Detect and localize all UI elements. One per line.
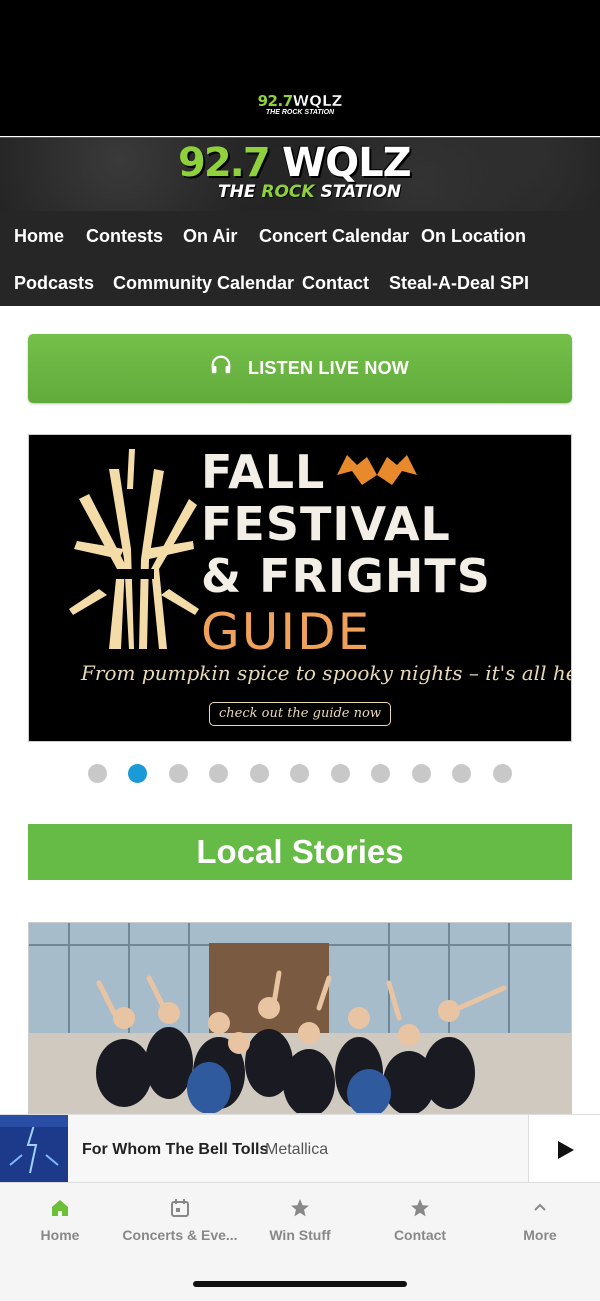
section-title: Local Stories bbox=[28, 824, 572, 880]
song-title: For Whom The Bell Tolls bbox=[82, 1141, 269, 1158]
carousel-dot-active[interactable] bbox=[128, 764, 147, 783]
tab-contact-label: Contact bbox=[393, 1227, 447, 1243]
nav-community-calendar[interactable]: Community Calendar bbox=[113, 273, 294, 294]
carousel-dot[interactable] bbox=[371, 764, 390, 783]
carousel-dot[interactable] bbox=[493, 764, 512, 783]
album-art-image bbox=[0, 1115, 68, 1183]
slide-title-line2: FESTIVAL bbox=[201, 497, 451, 551]
nav-on-location[interactable]: On Location bbox=[421, 226, 526, 247]
slide-cta-button[interactable]: check out the guide now bbox=[209, 702, 391, 726]
slide-title-line1: FALL bbox=[201, 445, 326, 499]
main-nav: Home Contests On Air Concert Calendar On… bbox=[0, 211, 600, 306]
nav-on-air[interactable]: On Air bbox=[183, 226, 237, 247]
tab-concerts-label: Concerts & Eve... bbox=[122, 1227, 238, 1243]
album-art bbox=[0, 1115, 68, 1183]
home-indicator bbox=[193, 1281, 407, 1287]
nav-podcasts[interactable]: Podcasts bbox=[14, 273, 94, 294]
listen-live-button[interactable]: LISTEN LIVE NOW bbox=[28, 334, 572, 403]
carousel-dot[interactable] bbox=[209, 764, 228, 783]
logo-frequency: 92.7 bbox=[257, 92, 294, 110]
corn-stalk-illustration bbox=[69, 449, 199, 649]
logo-frequency: 92.7 bbox=[178, 140, 271, 186]
song-artist: Metallica bbox=[265, 1141, 329, 1158]
carousel-dots bbox=[0, 764, 600, 784]
carousel-dot[interactable] bbox=[88, 764, 107, 783]
carousel-dot[interactable] bbox=[412, 764, 431, 783]
nav-contests[interactable]: Contests bbox=[86, 226, 163, 247]
carousel-dot[interactable] bbox=[169, 764, 188, 783]
calendar-icon bbox=[171, 1199, 189, 1217]
slide-subtitle: From pumpkin spice to spooky nights – it… bbox=[81, 661, 572, 685]
star-icon bbox=[411, 1199, 429, 1217]
carousel-dot[interactable] bbox=[290, 764, 309, 783]
tab-more-label: More bbox=[523, 1227, 557, 1243]
carousel-dot[interactable] bbox=[331, 764, 350, 783]
story-photo bbox=[29, 923, 571, 1113]
tab-home[interactable]: Home bbox=[0, 1197, 120, 1243]
tagline-rock: ROCK bbox=[261, 182, 315, 202]
play-button[interactable] bbox=[528, 1115, 600, 1183]
station-logo[interactable]: 92.7 WQLZ THE ROCK STATION bbox=[178, 140, 422, 208]
star-icon bbox=[291, 1199, 309, 1217]
logo-tagline: THE ROCK STATION bbox=[218, 182, 401, 202]
slide-title-line4: GUIDE bbox=[201, 603, 372, 661]
carousel-dot[interactable] bbox=[452, 764, 471, 783]
chevron-up-icon bbox=[534, 1203, 546, 1211]
tagline-part: STATION bbox=[314, 182, 402, 202]
top-bar: 92.7WQLZ THE ROCK STATION bbox=[0, 0, 600, 136]
tab-concerts-events[interactable]: Concerts & Eve... bbox=[120, 1197, 240, 1243]
logo-callsign: WQLZ bbox=[292, 92, 343, 111]
logo-tagline: THE ROCK STATION bbox=[265, 109, 335, 116]
nav-concert-calendar[interactable]: Concert Calendar bbox=[259, 226, 409, 247]
tab-win-stuff[interactable]: Win Stuff bbox=[240, 1197, 360, 1243]
story-card-image[interactable] bbox=[28, 922, 572, 1114]
play-icon bbox=[558, 1141, 574, 1159]
tab-win-stuff-label: Win Stuff bbox=[269, 1227, 331, 1243]
home-icon bbox=[52, 1200, 68, 1216]
now-playing-bar[interactable]: For Whom The Bell Tolls Metallica bbox=[0, 1114, 600, 1183]
carousel-dot[interactable] bbox=[250, 764, 269, 783]
tab-home-label: Home bbox=[40, 1227, 80, 1243]
headphones-icon bbox=[211, 355, 231, 374]
tagline-part: THE bbox=[218, 182, 262, 202]
nav-contact[interactable]: Contact bbox=[302, 273, 369, 294]
tab-more[interactable]: More bbox=[480, 1197, 600, 1243]
tab-contact[interactable]: Contact bbox=[360, 1197, 480, 1243]
nav-home[interactable]: Home bbox=[14, 226, 64, 247]
logo-callsign: WQLZ bbox=[282, 140, 412, 186]
nav-steal-a-deal[interactable]: Steal-A-Deal SPI bbox=[389, 273, 529, 294]
listen-live-label: LISTEN LIVE NOW bbox=[248, 358, 410, 378]
featured-slide[interactable]: FALL FESTIVAL & FRIGHTS GUIDE From pumpk… bbox=[28, 434, 572, 742]
slide-title-line3: & FRIGHTS bbox=[201, 549, 491, 603]
bat-icon bbox=[337, 455, 417, 485]
station-logo-small: 92.7WQLZ THE ROCK STATION bbox=[250, 92, 350, 116]
